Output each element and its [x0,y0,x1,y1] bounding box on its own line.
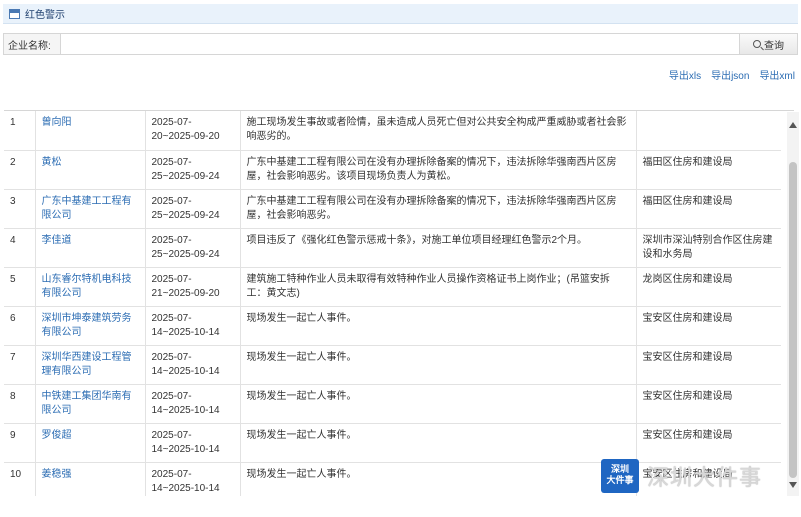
company-name-link[interactable]: 中铁建工集团华南有限公司 [42,391,132,416]
company-name-link[interactable]: 深圳市坤泰建筑劳务有限公司 [42,313,132,338]
warning-period: 2025-07-14~2025-10-14 [145,384,241,424]
issuing-department [636,111,781,151]
issuing-department: 宝安区住房和建设局 [636,384,781,424]
warning-reason: 现场发生一起亡人事件。 [240,345,637,385]
export-xls-link[interactable]: 导出xls [669,67,701,82]
row-number: 3 [4,189,36,229]
company-name-link[interactable]: 深圳华西建设工程管理有限公司 [42,352,132,377]
search-button[interactable]: 查询 [740,34,797,54]
row-number: 10 [4,462,36,496]
scroll-up-icon[interactable] [789,122,797,128]
warning-period: 2025-07-25~2025-09-24 [145,228,241,268]
warning-period: 2025-07-14~2025-10-14 [145,423,241,463]
watermark: 深圳 大件事 深圳大件事 [601,459,762,493]
warning-reason: 现场发生一起亡人事件。 [240,462,637,496]
warning-reason: 现场发生一起亡人事件。 [240,384,637,424]
issuing-department: 宝安区住房和建设局 [636,306,781,346]
row-number: 2 [4,150,36,190]
row-number: 6 [4,306,36,346]
scroll-down-icon[interactable] [789,482,797,488]
row-number: 5 [4,267,36,307]
row-number: 7 [4,345,36,385]
warning-reason: 项目违反了《强化红色警示惩戒十条》，对施工单位项目经理红色警示2个月。 [240,228,637,268]
warning-period: 2025-07-21~2025-09-20 [145,267,241,307]
warning-period: 2025-07-14~2025-10-14 [145,462,241,496]
warning-reason: 现场发生一起亡人事件。 [240,423,637,463]
row-number: 4 [4,228,36,268]
table-scrollbar[interactable] [787,112,799,496]
search-icon [753,40,761,48]
warning-table: 1 曾向阳 2025-07-20~2025-09-20 施工现场发生事故或者险情，虽未… [4,110,794,496]
row-number: 8 [4,384,36,424]
warning-reason: 现场发生一起亡人事件。 [240,306,637,346]
table-row[interactable]: 8 中铁建工集团华南有限公司 2025-07-14~2025-10-14 现场发生一起… [4,384,781,424]
panel-header: 红色警示 [3,4,798,24]
export-links: 导出xls 导出json 导出xml [669,67,795,82]
watermark-text: 深圳大件事 [647,465,763,490]
warning-period: 2025-07-25~2025-09-24 [145,189,241,229]
panel-title: 红色警示 [25,10,65,21]
company-name-link[interactable]: 姜稳强 [42,469,72,480]
company-name-label: 企业名称: [8,40,51,52]
row-number: 1 [4,111,36,151]
table-row[interactable]: 1 曾向阳 2025-07-20~2025-09-20 施工现场发生事故或者险情，虽未… [4,111,781,151]
watermark-logo: 深圳 大件事 [601,459,639,493]
company-name-link[interactable]: 曾向阳 [42,117,72,128]
scroll-thumb[interactable] [789,162,797,478]
warning-reason: 广东中基建工工程有限公司在没有办理拆除备案的情况下，违法拆除华强南西片区房屋，社… [240,189,637,229]
export-json-link[interactable]: 导出json [711,67,749,82]
company-name-link[interactable]: 广东中基建工工程有限公司 [42,196,132,221]
company-name-input[interactable] [60,34,740,54]
issuing-department: 宝安区住房和建设局 [636,423,781,463]
issuing-department: 福田区住房和建设局 [636,189,781,229]
company-name-link[interactable]: 黄松 [42,157,62,168]
table-row[interactable]: 6 深圳市坤泰建筑劳务有限公司 2025-07-14~2025-10-14 现场发生一… [4,306,781,346]
warning-period: 2025-07-25~2025-09-24 [145,150,241,190]
issuing-department: 龙岗区住房和建设局 [636,267,781,307]
warning-period: 2025-07-14~2025-10-14 [145,345,241,385]
warning-reason: 施工现场发生事故或者险情，虽未造成人员死亡但对公共安全构成严重威胁或者社会影响恶… [240,111,637,151]
export-xml-link[interactable]: 导出xml [759,67,795,82]
warning-period: 2025-07-20~2025-09-20 [145,111,241,151]
company-name-link[interactable]: 罗俊超 [42,430,72,441]
table-row[interactable]: 5 山东睿尔特机电科技有限公司 2025-07-21~2025-09-20 建筑施工特… [4,267,781,307]
issuing-department: 福田区住房和建设局 [636,150,781,190]
table-row[interactable]: 4 李佳道 2025-07-25~2025-09-24 项目违反了《强化红色警示惩戒十… [4,228,781,268]
window-icon [9,8,20,19]
table-row[interactable]: 7 深圳华西建设工程管理有限公司 2025-07-14~2025-10-14 现场发生… [4,345,781,385]
table-row[interactable]: 3 广东中基建工工程有限公司 2025-07-25~2025-09-24 广东中基建工… [4,189,781,229]
company-name-link[interactable]: 李佳道 [42,235,72,246]
search-button-label: 查询 [764,40,784,52]
warning-period: 2025-07-14~2025-10-14 [145,306,241,346]
issuing-department: 宝安区住房和建设局 [636,345,781,385]
search-bar: 企业名称: 查询 [3,33,798,55]
table-row[interactable]: 2 黄松 2025-07-25~2025-09-24 广东中基建工工程有限公司在没有办… [4,150,781,190]
warning-reason: 广东中基建工工程有限公司在没有办理拆除备案的情况下，违法拆除华强南西片区房屋，社… [240,150,637,190]
warning-reason: 建筑施工特种作业人员未取得有效特种作业人员操作资格证书上岗作业；(吊篮安拆工：黄… [240,267,637,307]
company-name-link[interactable]: 山东睿尔特机电科技有限公司 [42,274,132,299]
table-row[interactable]: 9 罗俊超 2025-07-14~2025-10-14 现场发生一起亡人事件。 宝安区住… [4,423,781,463]
row-number: 9 [4,423,36,463]
issuing-department: 深圳市深汕特别合作区住房建设和水务局 [636,228,781,268]
